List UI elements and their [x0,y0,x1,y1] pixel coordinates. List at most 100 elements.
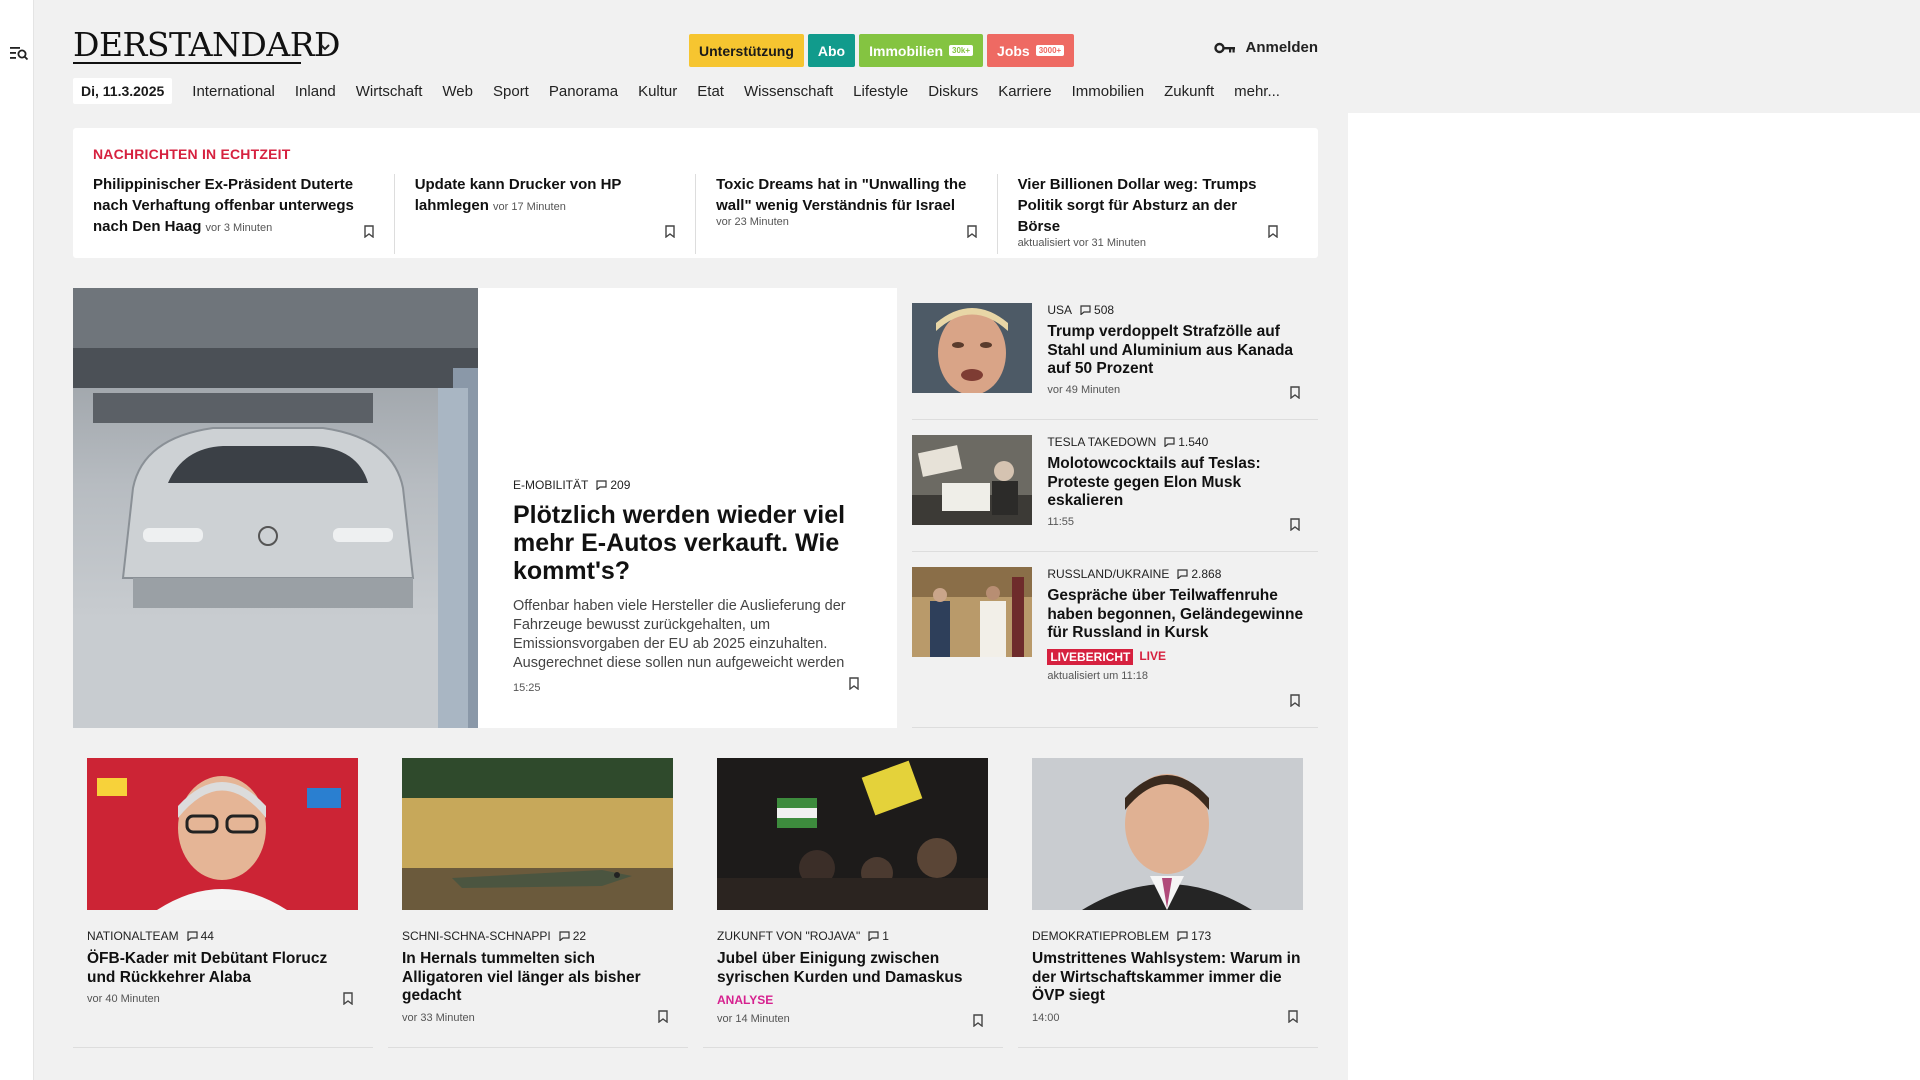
hero-image[interactable] [73,288,478,728]
menu-search-icon[interactable] [9,44,29,62]
page: DERSTANDARD Unterstützung Abo Immobilien… [73,0,1318,1048]
hero-title[interactable]: Plötzlich werden wieder viel mehr E-Auto… [513,501,873,585]
comment-count[interactable]: 1 [868,929,889,943]
article-title[interactable]: Trump verdoppelt Strafzölle auf Stahl un… [1047,323,1307,379]
nav-item-lifestyle[interactable]: Lifestyle [853,83,908,100]
article-kicker: USA 508 [1047,303,1307,317]
bookmark-icon[interactable] [343,992,353,1005]
live-badge: LIVE [1139,648,1167,663]
nav-item-etat[interactable]: Etat [697,83,724,100]
nav-item-wirtschaft[interactable]: Wirtschaft [356,83,423,100]
ticker-item[interactable]: Philippinischer Ex-Präsident Duterte nac… [93,174,394,254]
site-logo[interactable]: DERSTANDARD [73,28,341,61]
hero-lead: Offenbar haben viele Hersteller die Ausl… [513,598,846,671]
article-time: 14:00 [1032,1011,1060,1024]
comment-count[interactable]: 508 [1080,303,1114,317]
pill-label: Immobilien [869,42,944,59]
hero-kicker: E-MOBILITÄT 209 [513,478,873,492]
article-kicker: ZUKUNFT VON "ROJAVA" 1 [717,929,989,943]
hero-article[interactable]: E-MOBILITÄT 209 Plötzlich werden wieder … [73,288,898,728]
header-pills: Unterstützung Abo Immobilien 30k+ Jobs 300… [689,34,1075,67]
comment-count[interactable]: 209 [596,478,630,492]
bookmark-icon[interactable] [1290,694,1300,707]
nav-item-karriere[interactable]: Karriere [998,83,1051,100]
nav-item-inland[interactable]: Inland [295,83,336,100]
article-title[interactable]: In Hernals tummelten sich Alligatoren vi… [402,950,674,1006]
real-estate-button[interactable]: Immobilien 30k+ [859,34,984,67]
kicker-label: SCHNI-SCHNA-SCHNAPPI [402,929,551,943]
article-card[interactable]: NATIONALTEAM 44 ÖFB-Kader mit Debütant F… [73,758,373,1048]
bookmark-icon[interactable] [363,225,374,238]
bookmark-icon[interactable] [1268,225,1278,238]
article-image[interactable] [717,758,988,910]
kicker-label: TESLA TAKEDOWN [1047,435,1157,449]
nav-item-more[interactable]: mehr... [1234,83,1280,100]
comment-count[interactable]: 22 [559,929,586,943]
side-article[interactable]: USA 508 Trump verdoppelt Strafzölle auf … [912,288,1318,420]
pill-count-badge: 3000+ [1035,45,1065,56]
side-article[interactable]: RUSSLAND/UKRAINE 2.868 Gespräche über Te… [912,552,1318,728]
nav-item-kultur[interactable]: Kultur [638,83,677,100]
liveblog-badge: LIVEBERICHT [1047,648,1134,665]
comment-count-value: 209 [610,478,631,492]
article-card[interactable]: ZUKUNFT VON "ROJAVA" 1 Jubel über Einigu… [703,758,1003,1048]
article-card[interactable]: SCHNI-SCHNA-SCHNAPPI 22 In Hernals tumme… [388,758,688,1048]
ticker-item[interactable]: Toxic Dreams hat in "Unwalling the wall"… [695,174,996,254]
bookmark-icon[interactable] [966,225,977,238]
ticker-title: NACHRICHTEN IN ECHTZEIT [93,146,291,162]
nav-item-international[interactable]: International [192,83,275,100]
article-card[interactable]: DEMOKRATIEPROBLEM 173 Umstrittenes Wahls… [1018,758,1318,1048]
kicker-label: DEMOKRATIEPROBLEM [1032,929,1170,943]
article-image[interactable] [1032,758,1303,910]
comment-icon [1080,305,1091,315]
ticker-item[interactable]: Vier Billionen Dollar weg: Trumps Politi… [996,174,1298,254]
nav-item-zukunft[interactable]: Zukunft [1164,83,1214,100]
article-title[interactable]: Gespräche über Teilwaffenruhe haben bego… [1047,587,1307,643]
article-title[interactable]: Jubel über Einigung zwischen syrischen K… [717,950,989,987]
comment-icon [596,480,607,490]
comment-count[interactable]: 1.540 [1164,435,1208,449]
article-title[interactable]: Umstrittenes Wahlsystem: Warum in der Wi… [1032,950,1304,1006]
comment-count[interactable]: 173 [1177,929,1211,943]
nav-item-wissenschaft[interactable]: Wissenschaft [744,83,833,100]
article-time: aktualisiert um 11:18 [1047,669,1149,682]
bookmark-icon[interactable] [665,225,675,238]
side-article[interactable]: TESLA TAKEDOWN 1.540 Molotowcocktails au… [912,420,1318,552]
article-title[interactable]: ÖFB-Kader mit Debütant Florucz und Rückk… [87,950,359,987]
jobs-button[interactable]: Jobs 3000+ [987,34,1075,67]
bookmark-icon[interactable] [1290,386,1300,399]
comment-count[interactable]: 44 [186,929,214,943]
article-thumbnail[interactable] [912,435,1033,525]
bookmark-icon[interactable] [1290,518,1300,531]
article-title[interactable]: Molotowcocktails auf Teslas: Proteste ge… [1047,455,1307,511]
article-image[interactable] [87,758,358,910]
nav-item-web[interactable]: Web [442,83,473,100]
bookmark-icon[interactable] [1288,1010,1298,1023]
comment-count[interactable]: 2.868 [1177,567,1221,581]
article-image[interactable] [402,758,673,910]
bookmark-icon[interactable] [658,1010,668,1023]
bookmark-icon[interactable] [973,1014,983,1027]
ticker-time: vor 23 Minuten [716,216,789,228]
nav-item-panorama[interactable]: Panorama [549,83,618,100]
site-header: DERSTANDARD Unterstützung Abo Immobilien… [73,0,1318,72]
article-thumbnail[interactable] [912,303,1033,393]
login-button[interactable]: Anmelden [1214,39,1318,56]
nav-item-diskurs[interactable]: Diskurs [928,83,978,100]
ticker-time: aktualisiert vor 31 Minuten [1017,237,1146,249]
live-ticker: NACHRICHTEN IN ECHTZEIT Philippinischer … [73,128,1318,258]
bookmark-icon[interactable] [849,677,860,690]
abo-button[interactable]: Abo [807,34,856,67]
comment-icon [868,931,879,941]
nav-item-sport[interactable]: Sport [493,83,529,100]
support-button[interactable]: Unterstützung [689,34,804,67]
ticker-item[interactable]: Update kann Drucker von HP lahmlegen vor… [393,174,695,254]
article-kicker: NATIONALTEAM 44 [87,929,359,943]
chevron-down-icon[interactable] [319,41,331,53]
nav-item-immobilien[interactable]: Immobilien [1072,83,1145,100]
comment-count-value: 508 [1094,303,1115,317]
comment-icon [559,931,570,941]
comment-icon [1164,437,1175,447]
article-thumbnail[interactable] [912,567,1033,657]
analysis-label: ANALYSE [717,993,774,1007]
